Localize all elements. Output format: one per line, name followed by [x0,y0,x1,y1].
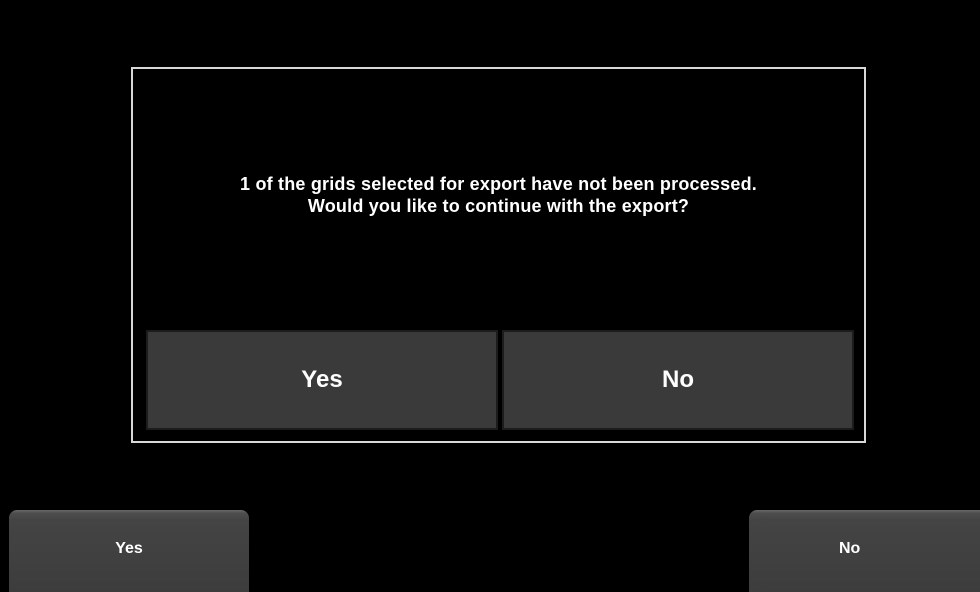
softkey-yes-button[interactable]: Yes [9,510,249,592]
dialog-yes-button[interactable]: Yes [146,330,498,430]
dialog-button-row: Yes No [146,330,854,430]
confirm-dialog: 1 of the grids selected for export have … [131,67,866,443]
softkey-no-button[interactable]: No [749,510,980,592]
dialog-message-line-2: Would you like to continue with the expo… [307,196,690,216]
dialog-message-line-1: 1 of the grids selected for export have … [240,174,757,194]
dialog-no-button[interactable]: No [502,330,854,430]
dialog-message: 1 of the grids selected for export have … [133,173,864,217]
screen: 1 of the grids selected for export have … [0,0,980,592]
